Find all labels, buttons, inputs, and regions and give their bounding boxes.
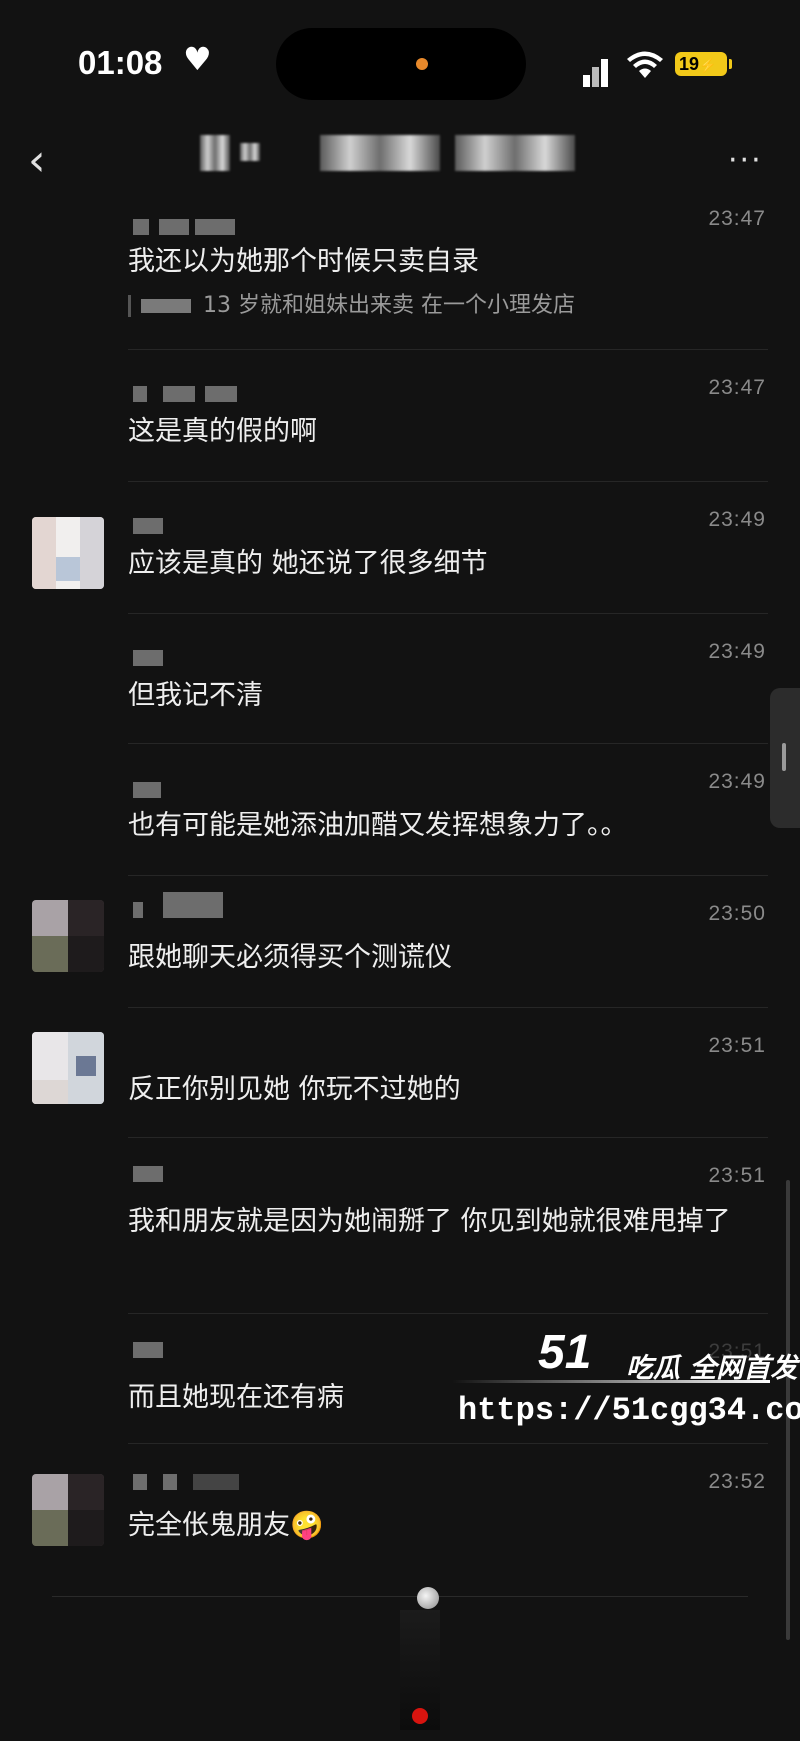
sender-avatar[interactable] — [32, 1474, 104, 1546]
message-text: 也有可能是她添油加醋又发挥想象力了。。 — [128, 810, 628, 841]
message-timestamp: 23:50 — [708, 902, 766, 925]
message-timestamp: 23:49 — [708, 640, 766, 663]
chat-message: 23:51 反正你别见她 你玩不过她的 — [0, 1008, 800, 1138]
status-time: 01:08 — [78, 44, 163, 81]
chat-title-redacted — [200, 135, 230, 171]
watermark-url: https://51cgg34.com — [458, 1392, 800, 1429]
battery-indicator: 19⚡ — [675, 52, 732, 76]
message-timestamp: 23:49 — [708, 508, 766, 531]
watermark-logo: 51 — [538, 1326, 592, 1379]
back-chevron-icon[interactable]: ‹ — [28, 135, 46, 186]
chat-title-redacted — [320, 135, 440, 171]
quoted-message-text: 13 岁就和姐妹出来卖 在一个小理发店 — [203, 293, 575, 318]
chat-message: 23:49 但我记不清 — [0, 614, 800, 744]
cellular-signal-icon — [583, 55, 613, 87]
floating-ball-icon[interactable] — [417, 1587, 439, 1609]
message-text: 完全伥鬼朋友🤪 — [128, 1510, 324, 1541]
message-text: 我和朋友就是因为她闹掰了 你见到她就很难甩掉了 — [128, 1206, 731, 1237]
bottom-divider — [52, 1596, 748, 1597]
side-drawer-handle[interactable] — [770, 688, 800, 828]
wifi-icon — [627, 51, 663, 78]
chat-title-redacted — [455, 135, 575, 171]
message-timestamp: 23:51 — [708, 1034, 766, 1057]
chat-message: 23:47 这是真的假的啊 — [0, 350, 800, 482]
chat-title-redacted — [240, 143, 260, 161]
status-bar: 01:08 ♥ 19⚡ — [0, 0, 800, 125]
sender-avatar[interactable] — [32, 517, 104, 589]
quoted-message[interactable]: 13 岁就和姐妹出来卖 在一个小理发店 — [128, 287, 575, 319]
chat-message: 23:52 完全伥鬼朋友🤪 — [0, 1444, 800, 1574]
message-text: 应该是真的 她还说了很多细节 — [128, 548, 488, 579]
message-text: 这是真的假的啊 — [128, 416, 317, 447]
activity-indicator-icon — [416, 58, 428, 70]
chat-header: ‹ ··· — [0, 125, 800, 205]
sender-avatar[interactable] — [32, 1032, 104, 1104]
message-timestamp: 23:47 — [708, 207, 766, 230]
watermark-divider — [452, 1380, 770, 1383]
message-timestamp: 23:47 — [708, 376, 766, 399]
message-timestamp: 23:49 — [708, 770, 766, 793]
heart-icon: ♥ — [183, 40, 212, 78]
recording-indicator-icon — [412, 1708, 428, 1724]
chat-message: 23:49 应该是真的 她还说了很多细节 — [0, 482, 800, 614]
message-timestamp: 23:52 — [708, 1470, 766, 1493]
battery-level: 19 — [679, 54, 700, 74]
message-text: 反正你别见她 你玩不过她的 — [128, 1074, 461, 1105]
chat-message: 23:50 跟她聊天必须得买个测谎仪 — [0, 876, 800, 1008]
more-options-icon[interactable]: ··· — [728, 143, 763, 178]
message-text: 跟她聊天必须得买个测谎仪 — [128, 942, 452, 973]
chat-message: 23:51 我和朋友就是因为她闹掰了 你见到她就很难甩掉了 — [0, 1138, 800, 1314]
message-text: 但我记不清 — [128, 680, 263, 711]
message-text: 我还以为她那个时候只卖自录 — [128, 246, 479, 277]
sender-avatar[interactable] — [32, 900, 104, 972]
dynamic-island — [276, 28, 526, 100]
chat-message: 23:49 也有可能是她添油加醋又发挥想象力了。。 — [0, 744, 800, 876]
message-timestamp: 23:51 — [708, 1164, 766, 1187]
chat-message: 23:47 我还以为她那个时候只卖自录 13 岁就和姐妹出来卖 在一个小理发店 — [0, 205, 800, 350]
